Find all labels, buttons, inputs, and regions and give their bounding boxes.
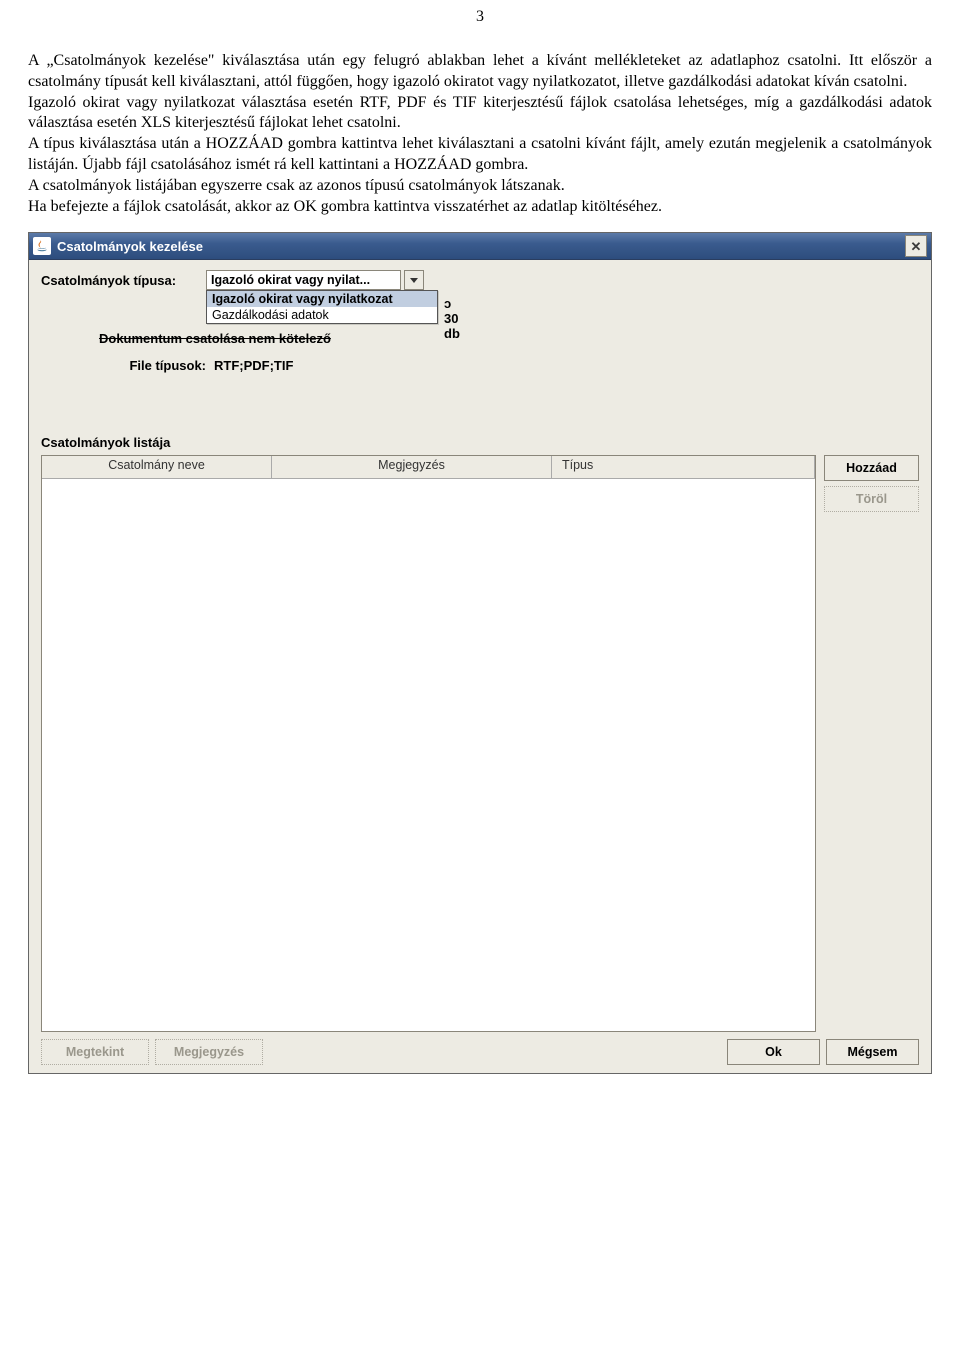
- file-types-label: File típusok:: [41, 358, 214, 373]
- delete-button: Töröl: [824, 486, 919, 512]
- attachment-type-input[interactable]: [206, 270, 401, 290]
- file-types-value: RTF;PDF;TIF: [214, 358, 293, 373]
- attachment-list-label: Csatolmányok listája: [29, 435, 931, 450]
- ok-button[interactable]: Ok: [727, 1039, 820, 1065]
- attachment-type-dropdown: Igazoló okirat vagy nyilatkozat Gazdálko…: [206, 290, 438, 324]
- titlebar: Csatolmányok kezelése ✕: [29, 233, 931, 260]
- paragraph-3: A típus kiválasztása után a HOZZÁAD gomb…: [28, 134, 932, 176]
- attachments-dialog: Csatolmányok kezelése ✕ Csatolmányok típ…: [28, 232, 932, 1074]
- chevron-down-icon: [410, 278, 418, 283]
- page-number: 3: [0, 8, 960, 26]
- list-buttons: Hozzáad Töröl: [824, 455, 919, 1032]
- attachment-type-label: Csatolmányok típusa:: [41, 273, 206, 288]
- paragraph-4: A csatolmányok listájában egyszerre csak…: [28, 176, 932, 197]
- java-icon: [33, 237, 51, 255]
- underlay-text: Dokumentum csatolása nem kötelező: [41, 336, 919, 343]
- instruction-text: A „Csatolmányok kezelése" kiválasztása u…: [0, 51, 960, 217]
- max-count-peek: ɔ 30 db: [444, 296, 460, 341]
- attachment-type-combo[interactable]: ɔ 30 db Igazoló okirat vagy nyilatkozat …: [206, 270, 424, 290]
- close-button[interactable]: ✕: [905, 235, 927, 257]
- attachment-table: Csatolmány neve Megjegyzés Típus: [41, 455, 816, 1032]
- column-type[interactable]: Típus: [552, 456, 815, 478]
- column-name[interactable]: Csatolmány neve: [42, 456, 272, 478]
- paragraph-5: Ha befejezte a fájlok csatolását, akkor …: [28, 197, 932, 218]
- column-note[interactable]: Megjegyzés: [272, 456, 552, 478]
- close-icon: ✕: [911, 240, 922, 253]
- list-area: Csatolmány neve Megjegyzés Típus Hozzáad…: [29, 455, 931, 1042]
- paragraph-1: A „Csatolmányok kezelése" kiválasztása u…: [28, 51, 932, 93]
- bottom-bar: Megtekint Megjegyzés Ok Mégsem: [29, 1031, 931, 1073]
- note-button: Megjegyzés: [155, 1039, 263, 1065]
- dropdown-option-document[interactable]: Igazoló okirat vagy nyilatkozat: [207, 291, 437, 307]
- add-button[interactable]: Hozzáad: [824, 455, 919, 481]
- form-area: Csatolmányok típusa: ɔ 30 db Igazoló oki…: [29, 260, 931, 383]
- cancel-button[interactable]: Mégsem: [826, 1039, 919, 1065]
- dialog-title: Csatolmányok kezelése: [57, 239, 905, 254]
- table-header: Csatolmány neve Megjegyzés Típus: [42, 456, 815, 479]
- paragraph-2: Igazoló okirat vagy nyilatkozat választá…: [28, 93, 932, 135]
- dropdown-option-economic-data[interactable]: Gazdálkodási adatok: [207, 307, 437, 323]
- view-button: Megtekint: [41, 1039, 149, 1065]
- combo-dropdown-button[interactable]: [404, 270, 424, 290]
